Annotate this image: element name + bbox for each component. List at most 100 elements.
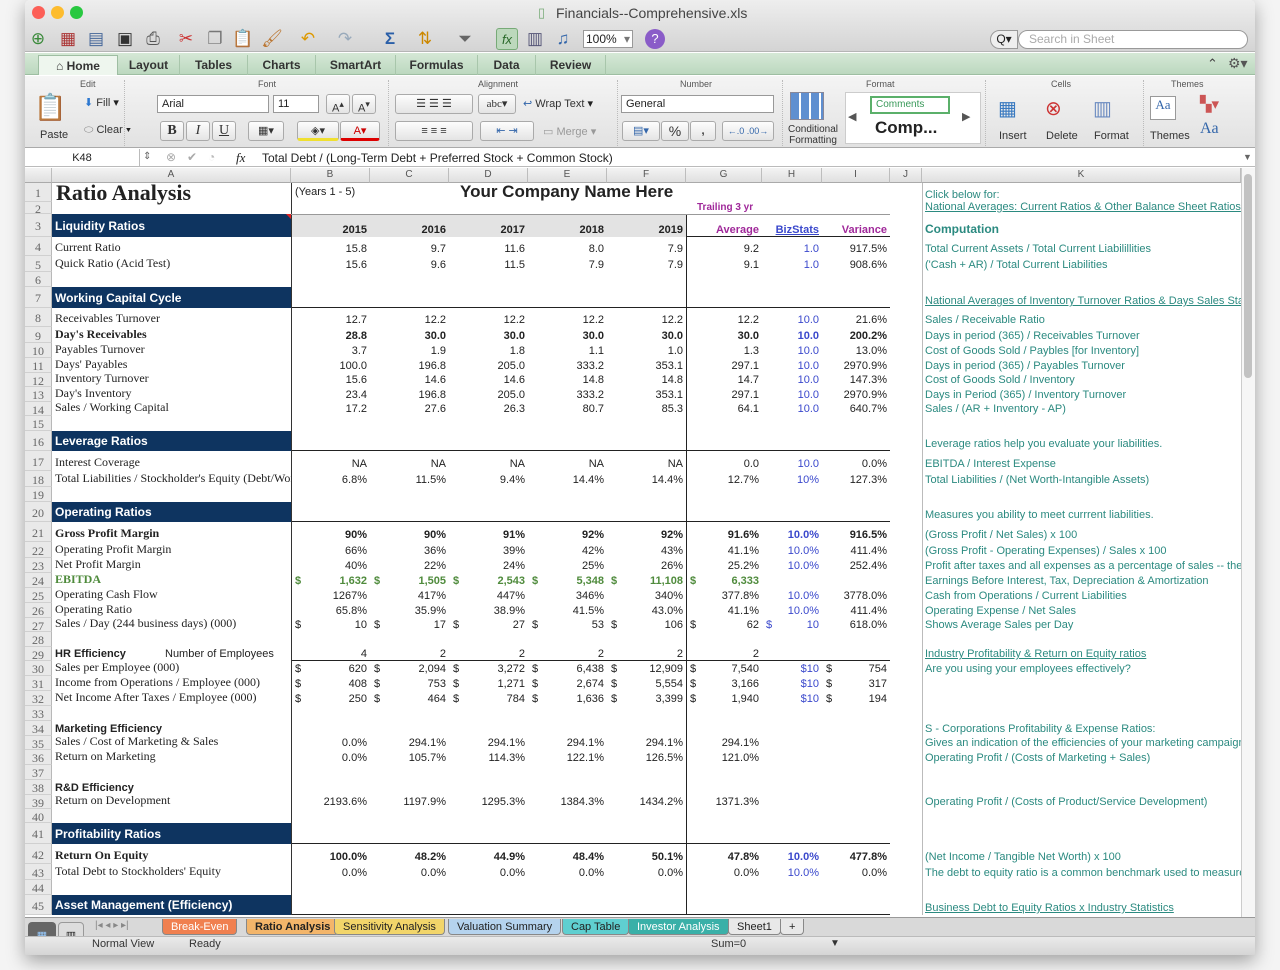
value-cell-d[interactable]: $2,543 bbox=[449, 573, 528, 588]
style-comments[interactable]: Comments bbox=[870, 96, 950, 114]
computation-note[interactable]: EBITDA / Interest Expense bbox=[922, 451, 1241, 471]
value-cell-g[interactable]: 47.8% bbox=[686, 844, 762, 864]
clear-button[interactable]: ⬭ Clear ▾ bbox=[84, 124, 131, 137]
value-cell-c[interactable]: 9.6 bbox=[370, 256, 449, 272]
status-sum[interactable]: Sum=0 bbox=[711, 938, 746, 950]
value-cell-h[interactable]: 10.0% bbox=[762, 844, 822, 864]
value-cell-b[interactable]: 100.0% bbox=[291, 844, 370, 864]
value-cell-g[interactable]: 294.1% bbox=[686, 736, 762, 750]
prev-style-icon[interactable]: ◀ bbox=[848, 110, 856, 123]
tab-smartart[interactable]: SmartArt bbox=[316, 55, 396, 75]
vertical-scroll-thumb[interactable] bbox=[1244, 174, 1252, 378]
reference-link[interactable]: Business Debt to Equity Ratios x Industr… bbox=[922, 895, 1241, 915]
value-cell-i[interactable]: 916.5% bbox=[822, 522, 890, 542]
computation-note[interactable]: Days in Period (365) / Inventory Turnove… bbox=[922, 387, 1241, 402]
reference-link[interactable]: National Averages: Current Ratios & Othe… bbox=[922, 202, 1241, 214]
value-cell-d[interactable]: 2 bbox=[449, 647, 528, 661]
row-header[interactable]: 25 bbox=[25, 588, 52, 603]
value-cell-g[interactable]: 41.1% bbox=[686, 603, 762, 618]
row-header[interactable]: 28 bbox=[25, 632, 52, 647]
value-cell-i[interactable]: 0.0% bbox=[822, 451, 890, 471]
value-cell-h[interactable]: 1.0 bbox=[762, 237, 822, 256]
computation-note[interactable]: Days in period (365) / Payables Turnover bbox=[922, 358, 1241, 373]
indent-buttons[interactable]: ⇤ ⇥ bbox=[480, 121, 534, 141]
value-cell-d[interactable]: 12.2 bbox=[449, 308, 528, 327]
value-cell-c[interactable]: $464 bbox=[370, 691, 449, 706]
computation-note[interactable]: Profit after taxes and all expenses as a… bbox=[922, 558, 1241, 573]
fill-button[interactable]: ⬇ Fill ▾ bbox=[84, 96, 119, 109]
value-cell-b[interactable]: $250 bbox=[291, 691, 370, 706]
value-cell-i[interactable]: Variance bbox=[822, 214, 890, 237]
value-cell-c[interactable]: 196.8 bbox=[370, 387, 449, 402]
expand-formula-bar-icon[interactable]: ▼ bbox=[1243, 152, 1252, 162]
section-header[interactable]: Asset Management (Efficiency) bbox=[52, 895, 291, 915]
computation-note[interactable]: (Gross Profit - Operating Expenses) / Sa… bbox=[922, 542, 1241, 558]
column-header-d[interactable]: D bbox=[449, 168, 528, 183]
row-header[interactable]: 29 bbox=[25, 647, 52, 661]
value-cell-e[interactable]: 30.0 bbox=[528, 327, 607, 343]
value-cell-e[interactable]: 333.2 bbox=[528, 358, 607, 373]
value-cell-h[interactable]: 10.0 bbox=[762, 327, 822, 343]
value-cell-b[interactable]: 100.0 bbox=[291, 358, 370, 373]
row-label[interactable]: Sales / Cost of Marketing & Sales bbox=[52, 736, 291, 750]
value-cell-e[interactable]: 80.7 bbox=[528, 402, 607, 416]
value-cell-i[interactable]: 411.4% bbox=[822, 603, 890, 618]
row-label[interactable]: Sales / Working Capital bbox=[52, 402, 291, 416]
value-cell-f[interactable]: 14.8 bbox=[607, 373, 686, 387]
computation-note[interactable]: ('Cash + AR) / Total Current Liabilities bbox=[922, 256, 1241, 272]
value-cell-d[interactable]: $1,271 bbox=[449, 676, 528, 691]
value-cell-b[interactable]: $10 bbox=[291, 618, 370, 632]
value-cell-d[interactable]: 294.1% bbox=[449, 736, 528, 750]
percent-button[interactable]: % bbox=[661, 121, 689, 141]
value-cell-f[interactable]: 2 bbox=[607, 647, 686, 661]
row-label[interactable]: Interest Coverage bbox=[52, 451, 291, 471]
value-cell-b[interactable]: 28.8 bbox=[291, 327, 370, 343]
value-cell-i[interactable]: 618.0% bbox=[822, 618, 890, 632]
value-cell-g[interactable]: 0.0% bbox=[686, 864, 762, 880]
value-cell-e[interactable]: 122.1% bbox=[528, 750, 607, 765]
value-cell-d[interactable]: 1295.3% bbox=[449, 795, 528, 809]
value-cell-f[interactable]: 126.5% bbox=[607, 750, 686, 765]
value-cell-f[interactable]: 43.0% bbox=[607, 603, 686, 618]
value-cell-c[interactable]: 105.7% bbox=[370, 750, 449, 765]
delete-cells-icon[interactable]: ⊗ bbox=[1045, 96, 1062, 121]
value-cell-d[interactable]: 26.3 bbox=[449, 402, 528, 416]
value-cell-f[interactable]: 1434.2% bbox=[607, 795, 686, 809]
decimal-buttons[interactable]: ←.0 .00→ bbox=[722, 121, 774, 141]
value-cell-h[interactable]: 10.0% bbox=[762, 864, 822, 880]
row-label[interactable]: Sales per Employee (000) bbox=[52, 661, 291, 676]
value-cell-b[interactable]: 23.4 bbox=[291, 387, 370, 402]
computation-note[interactable]: Operating Expense / Net Sales bbox=[922, 603, 1241, 618]
row-header[interactable]: 17 bbox=[25, 451, 52, 471]
value-cell-c[interactable]: $2,094 bbox=[370, 661, 449, 676]
value-cell-i[interactable]: 3778.0% bbox=[822, 588, 890, 603]
row-header[interactable]: 22 bbox=[25, 542, 52, 558]
value-cell-c[interactable]: 196.8 bbox=[370, 358, 449, 373]
value-cell-h[interactable]: $10 bbox=[762, 661, 822, 676]
value-cell-f[interactable]: $12,909 bbox=[607, 661, 686, 676]
row-label[interactable]: Return on Marketing bbox=[52, 750, 291, 765]
value-cell-h[interactable]: 10.0 bbox=[762, 451, 822, 471]
value-cell-h[interactable]: 10.0 bbox=[762, 373, 822, 387]
collapse-ribbon-icon[interactable]: ⌃ bbox=[1207, 56, 1218, 72]
value-cell-d[interactable]: 447% bbox=[449, 588, 528, 603]
value-cell-e[interactable]: 42% bbox=[528, 542, 607, 558]
row-header[interactable]: 9 bbox=[25, 327, 52, 343]
computation-note[interactable]: (Gross Profit / Net Sales) x 100 bbox=[922, 522, 1241, 542]
value-cell-h[interactable]: 1.0 bbox=[762, 256, 822, 272]
value-cell-f[interactable]: NA bbox=[607, 451, 686, 471]
computation-note[interactable]: Operating Profit / (Costs of Product/Ser… bbox=[922, 795, 1241, 809]
row-label[interactable]: Total Debt to Stockholders' Equity bbox=[52, 864, 291, 880]
value-cell-b[interactable]: $620 bbox=[291, 661, 370, 676]
font-color-button[interactable]: A▾ bbox=[340, 121, 380, 141]
row-header[interactable]: 7 bbox=[25, 287, 52, 308]
row-header[interactable]: 14 bbox=[25, 402, 52, 416]
value-cell-c[interactable]: $753 bbox=[370, 676, 449, 691]
row-header[interactable]: 35 bbox=[25, 736, 52, 750]
computation-note[interactable]: Are you using your employees effectively… bbox=[922, 661, 1241, 676]
computation-note[interactable]: Earnings Before Interest, Tax, Depreciat… bbox=[922, 573, 1241, 588]
row-header[interactable]: 20 bbox=[25, 502, 52, 522]
row-header[interactable]: 43 bbox=[25, 864, 52, 880]
value-cell-b[interactable]: $408 bbox=[291, 676, 370, 691]
value-cell-i[interactable]: 252.4% bbox=[822, 558, 890, 573]
